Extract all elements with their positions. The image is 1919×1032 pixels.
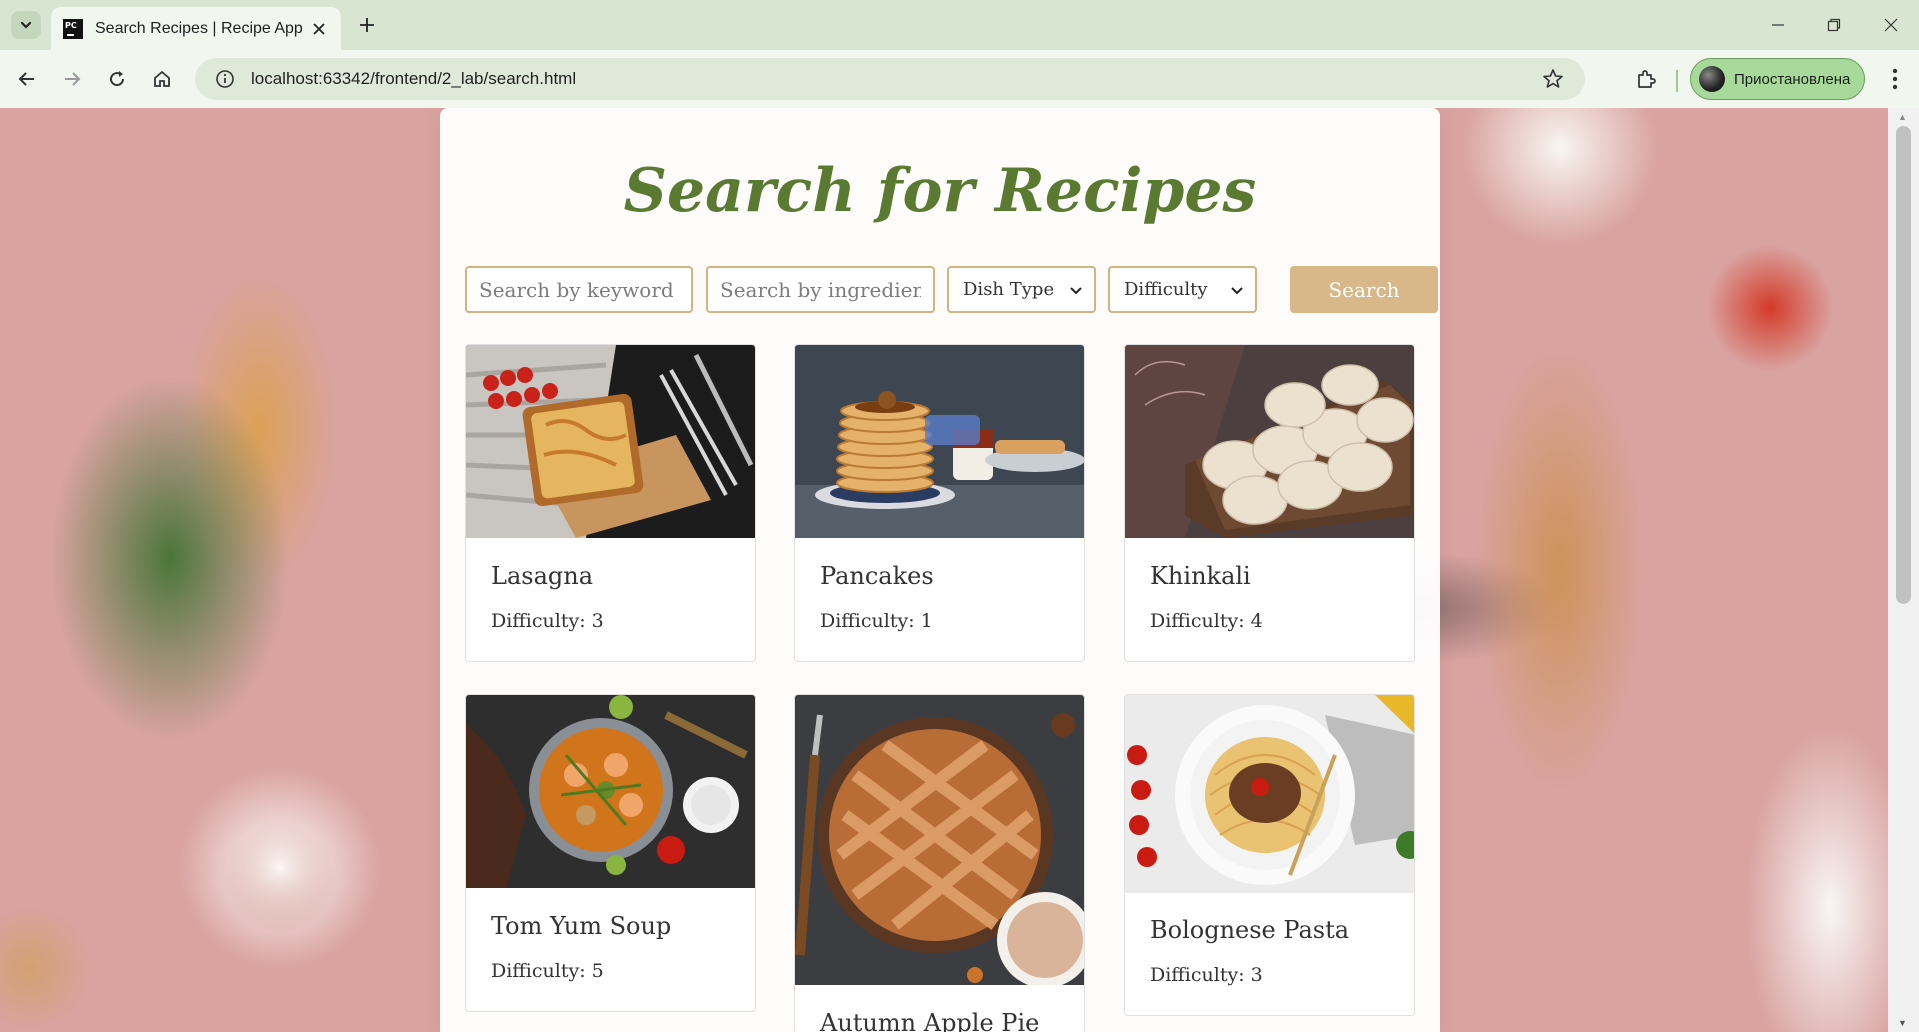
- recipe-difficulty: Difficulty: 1: [820, 610, 933, 632]
- minimize-icon: [1772, 24, 1784, 26]
- page-title: Search for Recipes: [623, 156, 1257, 226]
- recipe-name[interactable]: Pancakes: [820, 562, 934, 590]
- recipe-difficulty: Difficulty: 3: [491, 610, 604, 632]
- difficulty-select[interactable]: Difficulty: [1108, 266, 1257, 313]
- avatar: [1699, 66, 1725, 92]
- browser-toolbar: localhost:63342/frontend/2_lab/search.ht…: [0, 50, 1919, 108]
- tab-title: Search Recipes | Recipe App: [95, 19, 303, 37]
- scroll-thumb[interactable]: [1896, 126, 1911, 604]
- browser-menu-button[interactable]: [1878, 62, 1912, 96]
- reload-icon: [110, 71, 125, 87]
- recipe-card[interactable]: Pancakes Difficulty: 1: [794, 344, 1085, 662]
- pancakes-image: [795, 345, 1084, 538]
- chevron-down-icon: [1070, 287, 1082, 295]
- restore-button[interactable]: [1814, 8, 1854, 42]
- extensions-button[interactable]: [1629, 62, 1663, 96]
- recipe-card[interactable]: Tom Yum Soup Difficulty: 5: [465, 694, 756, 1012]
- lasagna-image: [466, 345, 755, 538]
- tom-yum-soup-image: [466, 695, 755, 888]
- window-close-button[interactable]: [1871, 8, 1911, 42]
- keyword-search-input[interactable]: [465, 266, 693, 313]
- chevron-down-icon: [1231, 287, 1243, 295]
- close-icon: [313, 22, 325, 35]
- forward-button[interactable]: [55, 62, 89, 96]
- recipe-name[interactable]: Lasagna: [491, 562, 593, 590]
- search-button[interactable]: Search: [1290, 266, 1438, 313]
- more-menu-icon: [1892, 68, 1898, 90]
- plus-icon: [360, 18, 374, 32]
- vertical-scrollbar[interactable]: ▲ ▼: [1888, 108, 1919, 1032]
- khinkali-image: [1125, 345, 1414, 538]
- search-form: Dish Type Difficulty Search: [465, 266, 1438, 313]
- scroll-up-arrow[interactable]: ▲: [1898, 112, 1907, 122]
- reload-button[interactable]: [100, 62, 134, 96]
- restore-icon: [1827, 18, 1841, 32]
- toolbar-divider: [1676, 70, 1678, 92]
- bolognese-pasta-image: [1125, 695, 1414, 893]
- scroll-down-arrow[interactable]: ▼: [1898, 1018, 1907, 1028]
- recipe-name[interactable]: Khinkali: [1150, 562, 1251, 590]
- forward-icon: [65, 72, 81, 86]
- home-icon: [154, 70, 170, 87]
- url-text[interactable]: localhost:63342/frontend/2_lab/search.ht…: [251, 69, 576, 89]
- star-icon[interactable]: [1541, 67, 1565, 91]
- page-viewport: Search for Recipes Dish Type Difficulty …: [0, 108, 1919, 1032]
- tab-search-button[interactable]: [11, 11, 41, 39]
- site-info-icon[interactable]: [215, 69, 235, 89]
- search-container: Search for Recipes Dish Type Difficulty …: [440, 108, 1440, 1032]
- new-tab-button[interactable]: [352, 10, 382, 40]
- recipe-name[interactable]: Bolognese Pasta: [1150, 916, 1349, 944]
- dish-type-select[interactable]: Dish Type: [947, 266, 1096, 313]
- window-close-icon: [1884, 18, 1898, 32]
- recipe-card[interactable]: Autumn Apple Pie: [794, 694, 1085, 1032]
- recipe-name[interactable]: Tom Yum Soup: [491, 912, 671, 940]
- back-icon: [18, 72, 34, 86]
- apple-pie-image: [795, 695, 1084, 985]
- active-tab[interactable]: PC Search Recipes | Recipe App: [51, 7, 341, 50]
- dish-type-value: Dish Type: [963, 279, 1055, 300]
- recipe-difficulty: Difficulty: 5: [491, 960, 604, 982]
- difficulty-value: Difficulty: [1124, 279, 1208, 300]
- profile-label: Приостановлена: [1734, 70, 1851, 88]
- recipe-difficulty: Difficulty: 4: [1150, 610, 1263, 632]
- ingredients-search-input[interactable]: [706, 266, 935, 313]
- home-button[interactable]: [145, 62, 179, 96]
- profile-button[interactable]: Приостановлена: [1690, 58, 1865, 100]
- extensions-icon: [1638, 70, 1656, 88]
- back-button[interactable]: [10, 62, 44, 96]
- address-bar[interactable]: localhost:63342/frontend/2_lab/search.ht…: [195, 58, 1585, 100]
- minimize-button[interactable]: [1758, 8, 1798, 42]
- recipe-card[interactable]: Lasagna Difficulty: 3: [465, 344, 756, 662]
- recipe-difficulty: Difficulty: 3: [1150, 964, 1263, 986]
- favicon-icon: PC: [63, 18, 83, 39]
- recipe-card[interactable]: Khinkali Difficulty: 4: [1124, 344, 1415, 662]
- favicon-text: PC: [65, 20, 77, 30]
- tab-menu-icon: [20, 21, 32, 29]
- recipe-card[interactable]: Bolognese Pasta Difficulty: 3: [1124, 694, 1415, 1016]
- tab-close-button[interactable]: [309, 19, 329, 39]
- recipe-name[interactable]: Autumn Apple Pie: [820, 1009, 1039, 1032]
- tab-strip: PC Search Recipes | Recipe App: [0, 0, 1919, 50]
